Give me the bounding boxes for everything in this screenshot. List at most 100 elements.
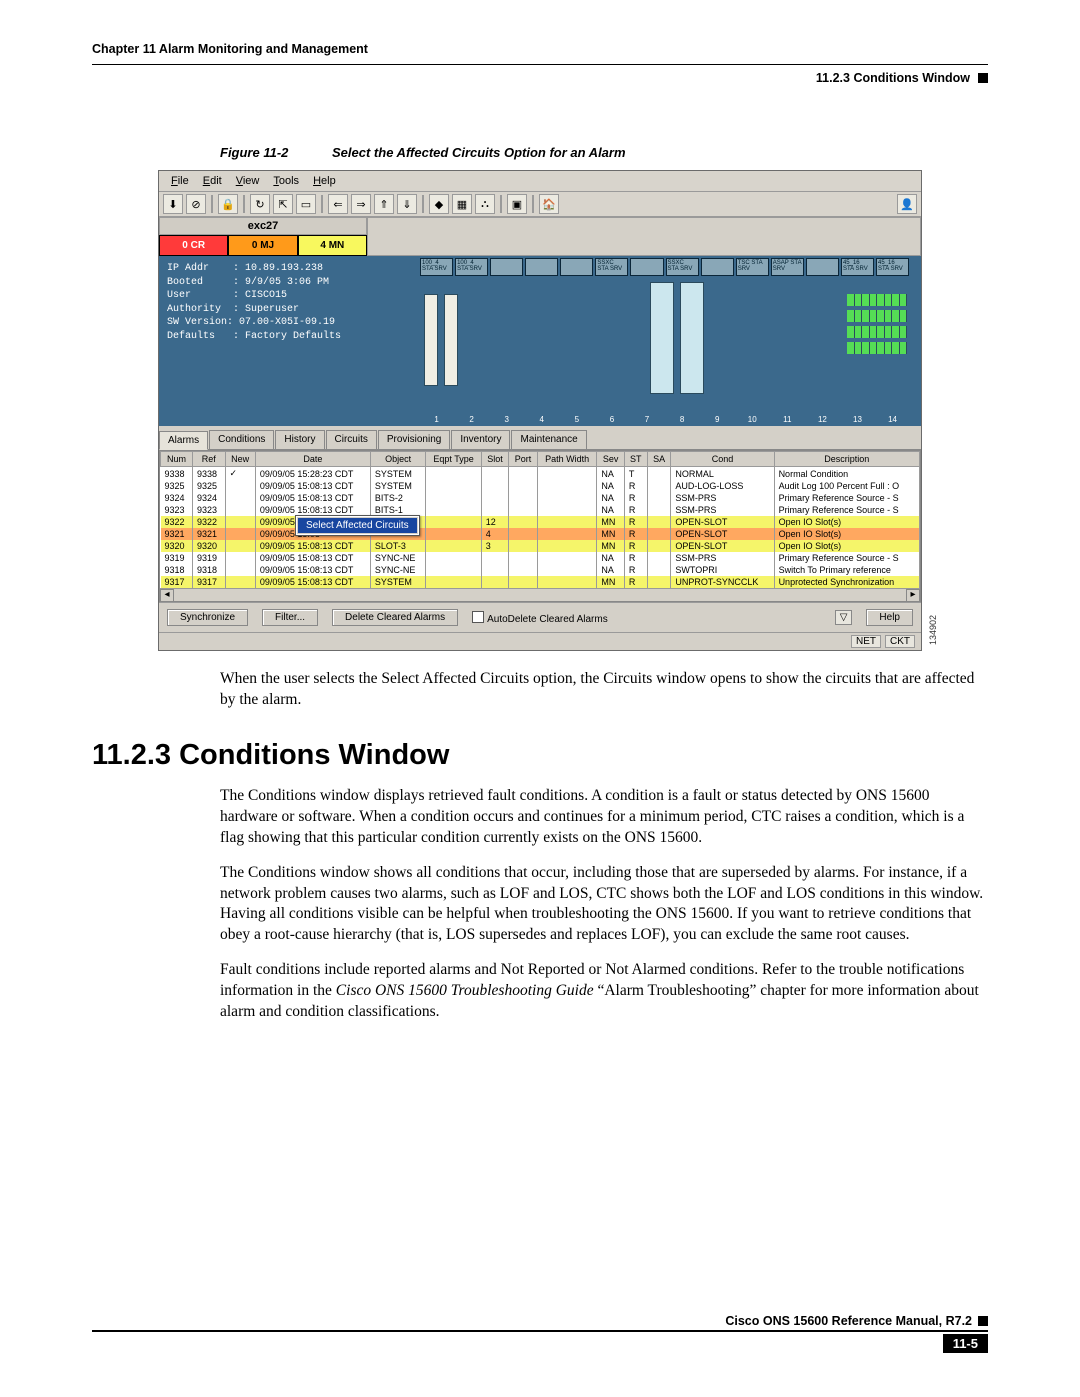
menu-file[interactable]: File — [165, 173, 195, 189]
col-eqpt-type[interactable]: Eqpt Type — [426, 452, 481, 467]
col-port[interactable]: Port — [509, 452, 538, 467]
table-row[interactable]: 9321932109/09/05 15:084MNROPEN-SLOTOpen … — [161, 528, 920, 540]
autodelete-checkbox[interactable]: AutoDelete Cleared Alarms — [472, 611, 608, 625]
table-row[interactable]: 9320932009/09/05 15:08:13 CDTSLOT-33MNRO… — [161, 540, 920, 552]
slot-number: 4 — [525, 415, 558, 424]
table-row[interactable]: 9317931709/09/05 15:08:13 CDTSYSTEMMNRUN… — [161, 576, 920, 588]
table-row[interactable]: 9323932309/09/05 15:08:13 CDTBITS-1NARSS… — [161, 504, 920, 516]
refresh-icon[interactable]: ↻ — [250, 194, 270, 214]
hscroll-right[interactable]: ▸ — [906, 589, 920, 602]
button-strip: Synchronize Filter... Delete Cleared Ala… — [159, 602, 921, 632]
ctx-select-affected-circuits[interactable]: Select Affected Circuits — [298, 518, 417, 533]
slot-number: 12 — [806, 415, 839, 424]
node-title: exc27 — [159, 217, 367, 235]
filter-button[interactable]: Filter... — [262, 609, 318, 626]
section-header: 11.2.3 Conditions Window — [816, 71, 970, 85]
tab-conditions[interactable]: Conditions — [209, 430, 274, 449]
tb-icon-stop[interactable]: ⊘ — [186, 194, 206, 214]
toolbar: ⬇ ⊘ 🔒 ↻ ⇱ ▭ ⇐ ⇒ ⇑ ⇓ ◆ ▦ ⛬ ▣ 🏠 — [159, 192, 921, 217]
page-number: 11-5 — [943, 1334, 988, 1353]
diamond-icon[interactable]: ◆ — [429, 194, 449, 214]
table-row[interactable]: 93389338✓09/09/05 15:28:23 CDTSYSTEMNATN… — [161, 467, 920, 481]
shelf-slot-header: 45_16 STA SRV — [841, 258, 874, 276]
slot-number: 10 — [736, 415, 769, 424]
filter-dropdown-icon[interactable]: ▽ — [835, 610, 853, 625]
person-icon[interactable]: 👤 — [897, 194, 917, 214]
col-path-width[interactable]: Path Width — [537, 452, 596, 467]
delete-cleared-button[interactable]: Delete Cleared Alarms — [332, 609, 458, 626]
synchronize-button[interactable]: Synchronize — [167, 609, 248, 626]
table-row[interactable]: 9319931909/09/05 15:08:13 CDTSYNC-NENARS… — [161, 552, 920, 564]
arrow-up-icon[interactable]: ⇑ — [374, 194, 394, 214]
shelf-slot-header: SSXC STA SRV — [666, 258, 699, 276]
tb-sep — [211, 195, 213, 213]
slot-number: 6 — [595, 415, 628, 424]
col-st[interactable]: ST — [624, 452, 647, 467]
slot-number: 5 — [560, 415, 593, 424]
menu-tools[interactable]: Tools — [267, 173, 305, 189]
arrow-left-icon[interactable]: ⇐ — [328, 194, 348, 214]
menu-edit[interactable]: Edit — [197, 173, 228, 189]
col-sev[interactable]: Sev — [597, 452, 624, 467]
table-row[interactable]: 9325932509/09/05 15:08:13 CDTSYSTEMNARAU… — [161, 480, 920, 492]
shelf-slot-header — [630, 258, 663, 276]
col-object[interactable]: Object — [370, 452, 426, 467]
hscroll-left[interactable]: ◂ — [160, 589, 174, 602]
shelf-slot-header: 100_4 STA SRV — [455, 258, 488, 276]
up-level-icon[interactable]: ⇱ — [273, 194, 293, 214]
table-row[interactable]: 9318931809/09/05 15:08:13 CDTSYNC-NENARS… — [161, 564, 920, 576]
tb-sep — [243, 195, 245, 213]
home-icon[interactable]: 🏠 — [539, 194, 559, 214]
col-num[interactable]: Num — [161, 452, 193, 467]
conditions-p1: The Conditions window displays retrieved… — [220, 786, 988, 849]
table-row[interactable]: 9324932409/09/05 15:08:13 CDTBITS-2NARSS… — [161, 492, 920, 504]
arrow-down-icon[interactable]: ⇓ — [397, 194, 417, 214]
col-new[interactable]: New — [225, 452, 255, 467]
table-row[interactable]: 9322932209/09/05 15:0812MNROPEN-SLOTOpen… — [161, 516, 920, 528]
menu-view[interactable]: View — [230, 173, 266, 189]
col-sa[interactable]: SA — [647, 452, 671, 467]
summary-mn: 4 MN — [298, 235, 367, 256]
menu-help[interactable]: Help — [307, 173, 342, 189]
slot-number: 8 — [666, 415, 699, 424]
lock-icon[interactable]: 🔒 — [218, 194, 238, 214]
shelf-slot-header — [525, 258, 558, 276]
doc-icon[interactable]: ▭ — [296, 194, 316, 214]
col-cond[interactable]: Cond — [671, 452, 774, 467]
tab-history[interactable]: History — [275, 430, 324, 449]
tab-provisioning[interactable]: Provisioning — [378, 430, 450, 449]
shelf-slot-header: 100_4 STA SRV — [420, 258, 453, 276]
alarm-table[interactable]: NumRefNewDateObjectEqpt TypeSlotPortPath… — [160, 451, 920, 588]
tb-icon-1[interactable]: ⬇ — [163, 194, 183, 214]
help-button[interactable]: Help — [866, 609, 913, 626]
chapter-header: Chapter 11 Alarm Monitoring and Manageme… — [92, 42, 368, 56]
context-menu[interactable]: Select Affected Circuits — [295, 515, 420, 536]
tb-sep — [321, 195, 323, 213]
ctc-window: File Edit View Tools Help ⬇ ⊘ 🔒 ↻ ⇱ ▭ ⇐ … — [158, 170, 922, 651]
tab-alarms[interactable]: Alarms — [159, 431, 208, 450]
shelf-slot-header — [490, 258, 523, 276]
summary-cr: 0 CR — [159, 235, 228, 256]
card-slot-2[interactable] — [444, 294, 458, 386]
grid-icon[interactable]: ▦ — [452, 194, 472, 214]
col-description[interactable]: Description — [774, 452, 919, 467]
tab-circuits[interactable]: Circuits — [326, 430, 377, 449]
arrow-right-icon[interactable]: ⇒ — [351, 194, 371, 214]
col-ref[interactable]: Ref — [192, 452, 225, 467]
card-tsc-10[interactable] — [650, 282, 674, 394]
footer-marker — [978, 1316, 988, 1326]
shelf-slot-header: SSXC STA SRV — [595, 258, 628, 276]
gear-icon[interactable]: ⛬ — [475, 194, 495, 214]
page-footer: Cisco ONS 15600 Reference Manual, R7.2 1… — [92, 1314, 988, 1353]
tab-inventory[interactable]: Inventory — [451, 430, 510, 449]
tb-sep — [422, 195, 424, 213]
card-slot-1[interactable] — [424, 294, 438, 386]
header-rule — [92, 64, 988, 65]
col-slot[interactable]: Slot — [481, 452, 508, 467]
tab-maintenance[interactable]: Maintenance — [511, 430, 586, 449]
col-date[interactable]: Date — [255, 452, 370, 467]
target-icon[interactable]: ▣ — [507, 194, 527, 214]
card-asap-11[interactable] — [680, 282, 704, 394]
shelf-view[interactable]: 100_4 STA SRV100_4 STA SRV SSXC STA SRV SS… — [390, 256, 921, 426]
slot-number: 2 — [455, 415, 488, 424]
